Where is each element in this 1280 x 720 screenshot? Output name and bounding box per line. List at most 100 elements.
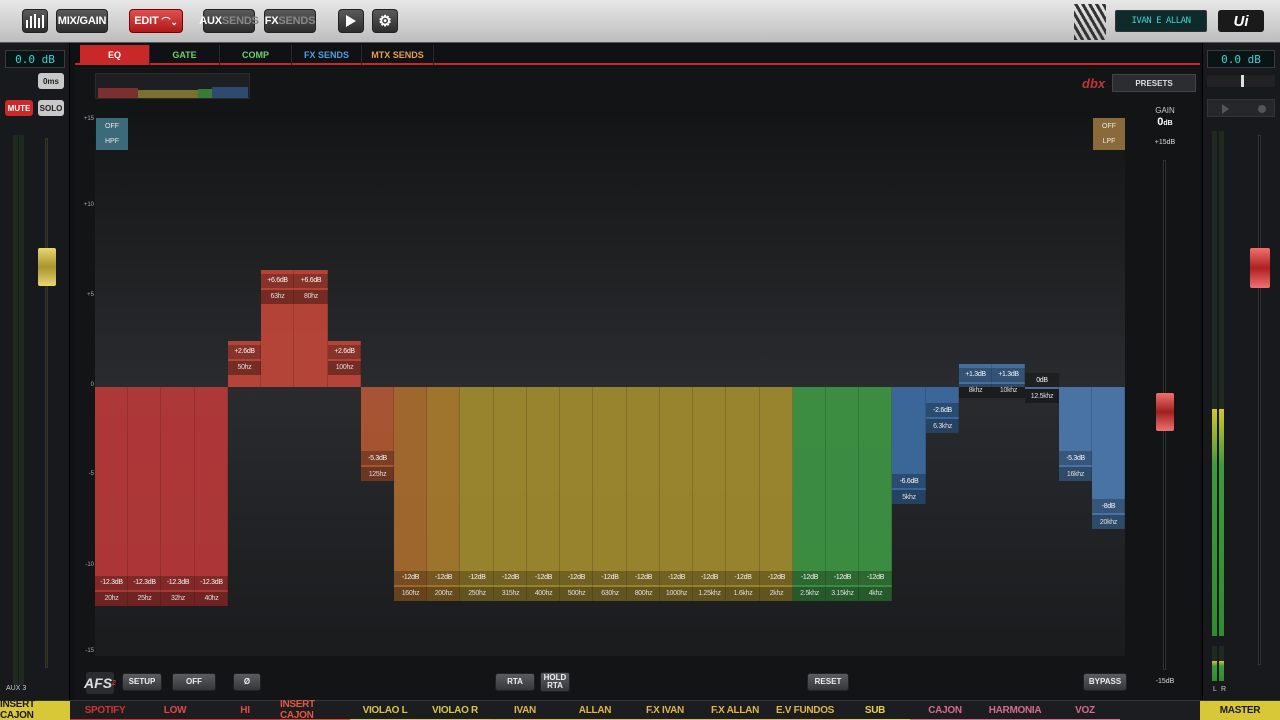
channel-button-violao-l[interactable]: VIOLAO L bbox=[350, 701, 420, 720]
channel-button-master[interactable]: MASTER bbox=[1200, 701, 1280, 720]
eq-band-gain-label: -12.3dB bbox=[128, 575, 161, 590]
master-fader-handle[interactable] bbox=[1250, 248, 1270, 288]
channel-fader-track[interactable] bbox=[45, 138, 48, 668]
stripes-logo-icon bbox=[1074, 4, 1106, 40]
tab-mtx-sends[interactable]: MTX SENDS bbox=[362, 45, 434, 65]
master-meter-right-lower bbox=[1219, 646, 1224, 681]
channel-strip-left: 0.0 dB 0ms MUTE SOLO AUX 3 bbox=[0, 43, 70, 700]
eq-band-160hz[interactable] bbox=[394, 387, 427, 601]
master-gain-readout[interactable]: 0.0 dB bbox=[1207, 50, 1275, 68]
hold-rta-button[interactable]: HOLD RTA bbox=[540, 672, 570, 692]
delay-button[interactable]: 0ms bbox=[38, 73, 64, 89]
channel-button-violao-r[interactable]: VIOLAO R bbox=[420, 701, 490, 720]
eq-band-2.5khz[interactable] bbox=[793, 387, 826, 601]
channel-button-ivan[interactable]: IVAN bbox=[490, 701, 560, 720]
eq-axis-label: +10 bbox=[83, 202, 94, 208]
eq-band-freq-label: 50hz bbox=[228, 360, 261, 375]
eq-band-gain-label: -12dB bbox=[427, 570, 460, 585]
eq-band-500hz[interactable] bbox=[560, 387, 593, 601]
channel-fader-handle[interactable] bbox=[38, 248, 56, 286]
channel-button-allan[interactable]: ALLAN bbox=[560, 701, 630, 720]
meters-button[interactable] bbox=[22, 9, 48, 33]
eq-band-20hz[interactable] bbox=[95, 387, 128, 606]
eq-axis-label: +15 bbox=[83, 116, 94, 122]
channel-button-f-x-allan[interactable]: F.X ALLAN bbox=[700, 701, 770, 720]
master-fader-track[interactable] bbox=[1258, 135, 1261, 665]
dbx-logo: dbx bbox=[1082, 76, 1106, 91]
eq-band-32hz[interactable] bbox=[161, 387, 195, 606]
channel-button-hi[interactable]: HI bbox=[210, 701, 280, 720]
eq-band-25hz[interactable] bbox=[128, 387, 161, 606]
eq-band-630hz[interactable] bbox=[593, 387, 627, 601]
processing-tabs: EQ GATE COMP FX SENDS MTX SENDS bbox=[75, 45, 1200, 65]
eq-band-gain-label: -12dB bbox=[560, 570, 593, 585]
mix-gain-button[interactable]: MIX/GAIN bbox=[56, 9, 108, 33]
master-meter-left bbox=[1212, 131, 1217, 636]
eq-band-1.6khz[interactable] bbox=[726, 387, 760, 601]
lpf-toggle[interactable]: OFF LPF bbox=[1093, 118, 1125, 150]
mute-button[interactable]: MUTE bbox=[5, 100, 33, 116]
fx-label: FX bbox=[264, 15, 279, 27]
tab-fx-sends[interactable]: FX SENDS bbox=[292, 45, 362, 65]
bypass-button[interactable]: BYPASS bbox=[1083, 673, 1127, 691]
play-button[interactable] bbox=[338, 9, 364, 33]
eq-band-1000hz[interactable] bbox=[660, 387, 693, 601]
presets-button[interactable]: PRESETS bbox=[1112, 74, 1196, 92]
settings-button[interactable]: ⚙ bbox=[372, 9, 398, 33]
tab-gate[interactable]: GATE bbox=[150, 45, 220, 65]
solo-button[interactable]: SOLO bbox=[38, 100, 64, 116]
hpf-toggle[interactable]: OFF HPF bbox=[96, 118, 128, 150]
eq-band-freq-label: 40hz bbox=[195, 591, 228, 606]
channel-button-spotify[interactable]: SPOTIFY bbox=[70, 701, 140, 720]
rta-overview[interactable] bbox=[95, 73, 250, 99]
eq-band-gain-label: -12dB bbox=[793, 570, 826, 585]
eq-band-freq-label: 125hz bbox=[361, 467, 394, 482]
eq-band-400hz[interactable] bbox=[527, 387, 560, 601]
eq-band-200hz[interactable] bbox=[427, 387, 460, 601]
channel-gain-readout[interactable]: 0.0 dB bbox=[5, 50, 65, 68]
tab-comp[interactable]: COMP bbox=[220, 45, 292, 65]
channel-button-low[interactable]: LOW bbox=[140, 701, 210, 720]
hpf-label: HPF bbox=[105, 138, 119, 145]
eq-band-gain-label: -5.3dB bbox=[361, 451, 394, 466]
eq-band-1.25khz[interactable] bbox=[693, 387, 726, 601]
eq-band-2khz[interactable] bbox=[760, 387, 793, 601]
lpf-state: OFF bbox=[1102, 123, 1116, 130]
eq-band-gain-label: -12dB bbox=[660, 570, 693, 585]
eq-band-gain-label: -2.6dB bbox=[926, 403, 959, 418]
rta-button[interactable]: RTA bbox=[495, 673, 535, 691]
user-display[interactable]: IVAN E ALLAN bbox=[1115, 10, 1207, 32]
channel-button-e-v-fundos[interactable]: E.V FUNDOS bbox=[770, 701, 840, 720]
master-transport[interactable] bbox=[1207, 99, 1275, 117]
eq-band-3.15khz[interactable] bbox=[826, 387, 859, 601]
channel-button-insert-cajon[interactable]: INSERT CAJON bbox=[0, 699, 70, 720]
eq-band-freq-label: 160hz bbox=[394, 586, 427, 601]
master-pan-slider[interactable] bbox=[1207, 75, 1275, 87]
eq-band-freq-label: 5khz bbox=[892, 490, 926, 505]
fx-sends-button[interactable]: FX SENDS bbox=[264, 9, 316, 33]
eq-band-315hz[interactable] bbox=[494, 387, 527, 601]
channel-button-cajon[interactable]: CAJON bbox=[910, 701, 980, 720]
channel-button-sub[interactable]: SUB bbox=[840, 701, 910, 720]
afs-setup-button[interactable]: SETUP bbox=[122, 673, 162, 691]
channel-button-harmonia[interactable]: HARMONIA bbox=[980, 701, 1050, 720]
channel-button-insert-cajon[interactable]: INSERT CAJON bbox=[280, 699, 350, 720]
tab-eq[interactable]: EQ bbox=[80, 45, 150, 65]
eq-band-gain-label: -12dB bbox=[627, 570, 660, 585]
eq-band-4khz[interactable] bbox=[859, 387, 892, 601]
graphic-eq-bands[interactable]: -12.3dB 20hz -12.3dB 25hz -12.3dB 32hz -12.3dB… bbox=[95, 118, 1125, 656]
aux-sends-button[interactable]: AUX SENDS bbox=[199, 9, 259, 33]
eq-band-freq-label: 8khz bbox=[959, 383, 992, 398]
channel-button-voz[interactable]: VOZ bbox=[1050, 701, 1120, 720]
gain-fader-handle[interactable] bbox=[1156, 393, 1174, 431]
rta-overview-low bbox=[98, 88, 138, 98]
reset-button[interactable]: RESET bbox=[807, 673, 849, 691]
afs-off-button[interactable]: OFF bbox=[172, 673, 216, 691]
phase-invert-button[interactable]: Ø bbox=[233, 673, 261, 691]
channel-button-f-x-ivan[interactable]: F.X IVAN bbox=[630, 701, 700, 720]
eq-band-40hz[interactable] bbox=[195, 387, 228, 606]
eq-band-freq-label: 4khz bbox=[859, 586, 892, 601]
eq-band-800hz[interactable] bbox=[627, 387, 660, 601]
edit-button[interactable]: EDIT ⌒⌄ bbox=[129, 9, 183, 33]
eq-band-250hz[interactable] bbox=[460, 387, 494, 601]
